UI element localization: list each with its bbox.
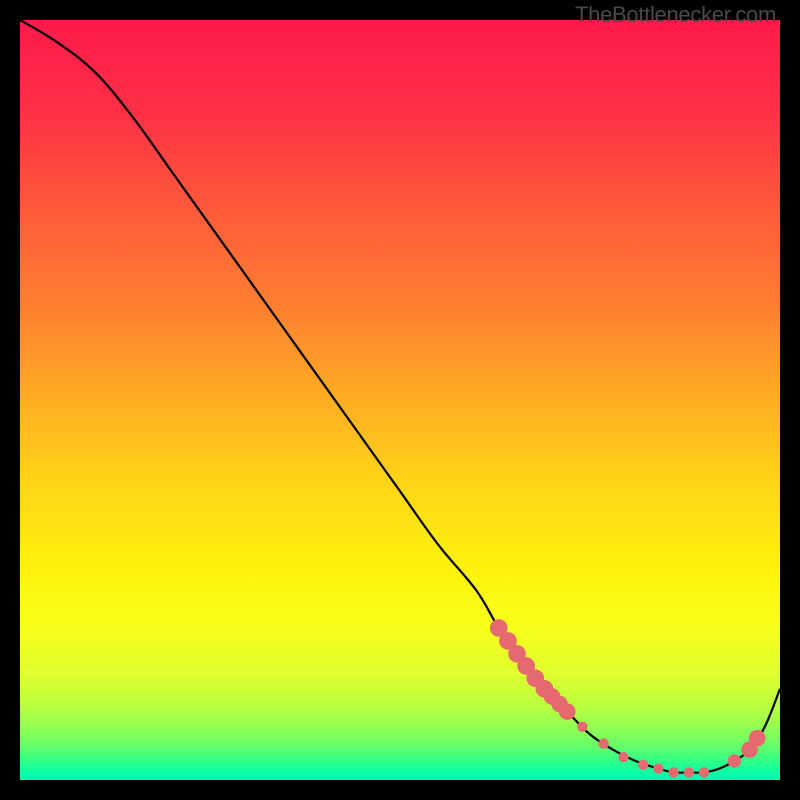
- bottleneck-curve: [20, 20, 780, 773]
- attribution-label: TheBottlenecker.com: [575, 2, 776, 28]
- data-point: [653, 763, 663, 773]
- data-point: [749, 730, 766, 747]
- data-point: [559, 703, 576, 720]
- data-point: [668, 767, 678, 777]
- data-points: [490, 619, 766, 777]
- chart-frame: [20, 20, 780, 780]
- data-point: [618, 752, 628, 762]
- data-point: [577, 722, 587, 732]
- curve-layer: [20, 20, 780, 780]
- data-point: [684, 767, 694, 777]
- data-point: [638, 760, 648, 770]
- data-point: [598, 738, 608, 748]
- data-point: [728, 754, 742, 768]
- data-point: [699, 767, 709, 777]
